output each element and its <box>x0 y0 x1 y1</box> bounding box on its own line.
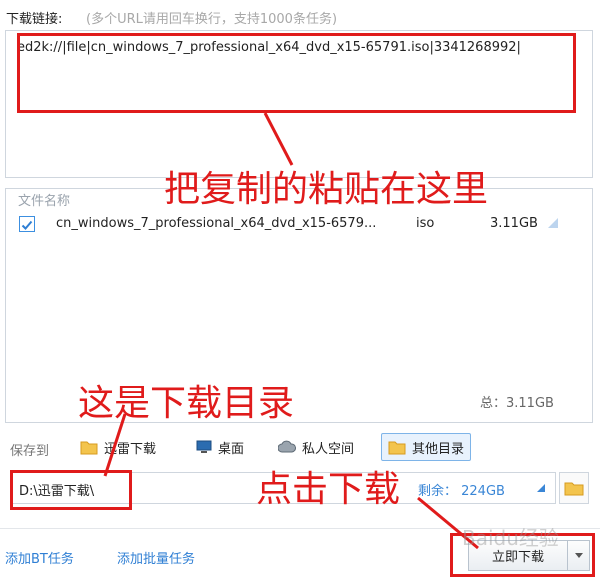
annotation-line-url <box>263 112 294 166</box>
watermark: Baidu经验 <box>462 526 559 550</box>
annotation-download-dir: 这是下载目录 <box>78 383 295 424</box>
annotation-click-download: 点击下载 <box>256 469 401 510</box>
annotation-paste-here: 把复制的粘贴在这里 <box>164 169 489 210</box>
